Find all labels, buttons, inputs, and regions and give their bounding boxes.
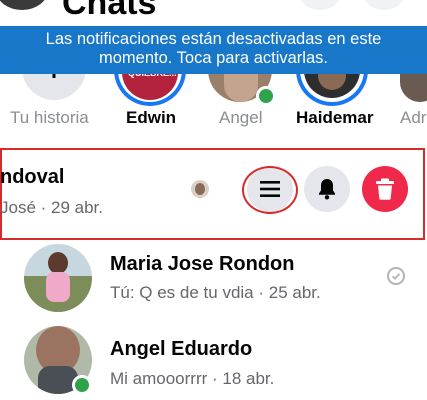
bell-icon xyxy=(319,179,335,200)
mute-notifications-button[interactable] xyxy=(304,166,350,212)
delete-chat-button[interactable] xyxy=(362,166,408,212)
notifications-banner[interactable]: Las notificaciones están desactivadas en… xyxy=(0,26,427,74)
new-message-button[interactable] xyxy=(364,0,404,10)
avatar xyxy=(24,244,92,312)
story-label: Adr xyxy=(400,108,427,127)
chat-last-message: José · 29 abr. xyxy=(0,198,104,217)
seen-check-icon xyxy=(387,267,405,285)
page-title: Chats xyxy=(62,0,157,22)
chat-last-message: Tú: Q es de tu vdia · 25 abr. xyxy=(110,283,321,302)
chat-name: Angel Eduardo xyxy=(110,338,253,360)
camera-button[interactable] xyxy=(300,0,340,10)
menu-highlight-circle xyxy=(242,166,298,214)
online-indicator xyxy=(72,375,92,395)
swiped-chat-row[interactable] xyxy=(0,148,425,240)
story-label: Tu historia xyxy=(10,108,89,127)
online-indicator xyxy=(256,86,276,106)
story-label: Angel xyxy=(219,108,263,127)
chat-name: Maria Jose Rondon xyxy=(110,253,295,275)
chat-name: ndoval xyxy=(0,166,65,188)
profile-avatar[interactable] xyxy=(0,0,48,10)
chat-last-message: Mi amooorrrr · 18 abr. xyxy=(110,369,275,388)
seen-avatar xyxy=(191,180,209,198)
story-label: Edwin xyxy=(126,108,177,127)
story-label: Haidemar xyxy=(296,108,374,127)
banner-text-line2: momento. Toca para activarlas. xyxy=(99,49,328,67)
trash-icon xyxy=(376,178,394,200)
banner-text-line1: Las notificaciones están desactivadas en… xyxy=(45,30,382,48)
